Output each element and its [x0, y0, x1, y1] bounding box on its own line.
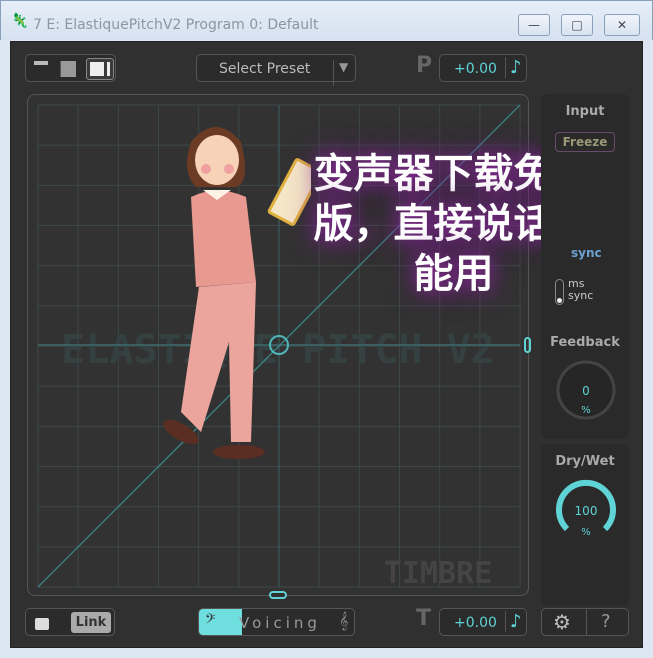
input-panel: Input Freeze sync ms sync Feedback 0 % [541, 94, 629, 439]
pitch-field[interactable]: +0.00 ♪ [439, 54, 527, 82]
timbre-letter: T [416, 606, 432, 631]
feedback-knob[interactable]: 0 % [555, 359, 617, 421]
sync-label: sync [571, 246, 602, 260]
minimize-button[interactable]: — [518, 14, 550, 36]
pitch-label: P [416, 53, 433, 78]
preset-dropdown[interactable]: Select Preset ▼ [196, 54, 356, 86]
treble-clef-icon: 𝄞 [339, 611, 349, 630]
view-small-button[interactable] [34, 61, 48, 65]
close-button[interactable]: ✕ [604, 14, 640, 36]
ms-sync-labels: ms sync [568, 278, 593, 302]
timbre-value[interactable]: +0.00 [454, 615, 497, 631]
view-large-button[interactable] [86, 58, 114, 80]
vertical-handle[interactable] [524, 337, 531, 353]
timbre-field[interactable]: +0.00 ♪ [439, 608, 527, 636]
preset-label: Select Preset [219, 61, 311, 77]
freeze-button[interactable]: Freeze [555, 132, 615, 152]
drywet-knob[interactable]: 100 % [555, 479, 617, 541]
pitch-value[interactable]: +0.00 [454, 61, 497, 77]
drywet-label: Dry/Wet [555, 454, 615, 469]
gear-icon[interactable]: ⚙ [553, 610, 571, 634]
input-label: Input [565, 104, 605, 119]
drywet-value: 100 [575, 504, 598, 518]
bass-clef-icon: 𝄢 [205, 611, 216, 630]
voicing-slider[interactable]: 𝄢 Voicing 𝄞 [198, 608, 355, 636]
link-button[interactable]: Link [71, 612, 111, 633]
feedback-unit: % [581, 405, 591, 416]
maximize-button[interactable]: □ [561, 14, 593, 36]
view-medium-button[interactable] [60, 61, 76, 77]
help-button[interactable]: ? [586, 609, 611, 635]
note-icon[interactable]: ♪ [505, 611, 522, 632]
lock-icon[interactable] [35, 618, 49, 630]
feedback-value: 0 [582, 384, 590, 398]
voicing-label: Voicing [239, 614, 321, 632]
title-bar: 🦎 7 E: ElastiquePitchV2 Program 0: Defau… [0, 0, 653, 40]
drywet-panel: Dry/Wet 100 % [541, 444, 629, 606]
chevron-down-icon[interactable]: ▼ [333, 60, 348, 86]
note-icon[interactable]: ♪ [505, 57, 522, 78]
horizontal-handle[interactable] [269, 591, 287, 599]
feedback-label: Feedback [550, 335, 620, 350]
app-icon: 🦎 [11, 13, 29, 29]
window-title: 7 E: ElastiquePitchV2 Program 0: Default [33, 17, 319, 33]
drywet-unit: % [581, 527, 591, 538]
timbre-mode-label: TIMBRE [384, 556, 492, 591]
settings-help-group: ⚙ ? [541, 608, 629, 636]
ms-sync-toggle[interactable] [555, 279, 564, 305]
sync-option-label: sync [568, 289, 594, 302]
link-group: Link [25, 608, 115, 636]
view-size-group [25, 54, 116, 82]
plugin-panel: Select Preset ▼ P +0.00 ♪ ELASTIQUE PITC… [10, 41, 643, 648]
side-panel: Input Freeze sync ms sync Feedback 0 % Dr… [541, 94, 629, 606]
